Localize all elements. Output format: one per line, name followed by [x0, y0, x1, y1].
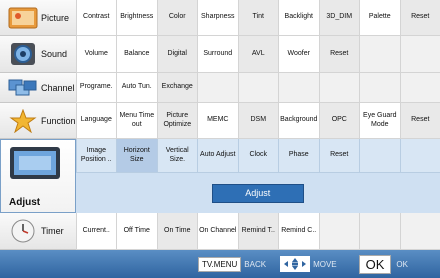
menu-item[interactable]: Picture Optimize — [156, 103, 198, 139]
menu-item[interactable]: Reset — [399, 0, 440, 36]
menu-item[interactable]: 3D_DIM — [318, 0, 359, 36]
menu-item[interactable]: Exchange — [156, 73, 197, 103]
tvmenu-key[interactable]: TV.MENU — [198, 256, 242, 272]
menu-item[interactable]: Language — [75, 103, 117, 139]
row-channel: Channel Programe. Auto Tun. Exchange — [0, 73, 440, 103]
menu-item[interactable]: Balance — [116, 36, 157, 73]
row-picture: Picture Contrast Brightness Color Sharpn… — [0, 0, 440, 36]
monitor-icon — [9, 146, 61, 180]
menu-item[interactable]: DSM — [237, 103, 279, 139]
category-sound[interactable]: Sound — [0, 36, 76, 73]
menu-item-empty — [399, 36, 440, 73]
menu-item[interactable]: Contrast — [75, 0, 116, 36]
menu-item-selected[interactable]: Horizont Size — [116, 139, 157, 173]
menu-item-empty — [359, 73, 400, 103]
menu-item[interactable]: Color — [156, 0, 197, 36]
menu-item-empty — [359, 36, 400, 73]
menu-item-empty — [359, 213, 400, 250]
menu-item[interactable]: Programe. — [75, 73, 116, 103]
star-icon — [8, 108, 38, 133]
menu-item[interactable]: Auto Tun. — [116, 73, 157, 103]
category-label: Channel — [41, 82, 75, 93]
category-label: Function — [41, 115, 76, 126]
menu-item[interactable]: Reset — [399, 103, 440, 139]
tv-osd-menu: Picture Contrast Brightness Color Sharpn… — [0, 0, 440, 278]
menu-item[interactable]: On Channel — [197, 213, 238, 250]
ok-hint: OK — [396, 259, 408, 269]
menu-item[interactable]: Clock — [237, 139, 278, 173]
speaker-icon — [8, 42, 38, 66]
category-label: Picture — [41, 12, 70, 23]
clock-icon — [8, 219, 38, 243]
row-sound: Sound Volume Balance Digital Surround AV… — [0, 36, 440, 73]
row-timer: Timer Current.. Off Time On Time On Chan… — [0, 213, 440, 250]
row-function: Function Language Menu Time out Picture … — [0, 103, 440, 139]
category-label: Adjust — [9, 197, 41, 208]
channel-icon — [8, 76, 38, 100]
menu-item[interactable]: AVL — [237, 36, 278, 73]
menu-item[interactable]: Tint — [237, 0, 278, 36]
move-icon — [280, 256, 311, 272]
category-timer[interactable]: Timer — [0, 213, 76, 250]
menu-item-empty — [359, 139, 400, 173]
menu-item[interactable]: Vertical Size. — [156, 139, 197, 173]
menu-item[interactable]: Brightness — [116, 0, 157, 36]
menu-item[interactable]: Off Time — [116, 213, 157, 250]
menu-item-empty — [399, 73, 440, 103]
menu-item-empty — [318, 73, 359, 103]
menu-item[interactable]: Image Position .. — [75, 139, 116, 173]
category-label: Sound — [41, 49, 68, 59]
menu-item[interactable]: Current.. — [75, 213, 116, 250]
menu-item-empty — [197, 73, 238, 103]
menu-item[interactable]: Digital — [156, 36, 197, 73]
category-function[interactable]: Function — [0, 103, 76, 139]
menu-item[interactable]: Reset — [318, 36, 359, 73]
menu-item[interactable]: Phase — [278, 139, 319, 173]
adjust-bar[interactable]: Adjust — [211, 183, 304, 203]
menu-item[interactable]: Remind C.. — [278, 213, 319, 250]
back-hint: BACK — [244, 259, 267, 269]
menu-item[interactable]: Menu Time out — [116, 103, 157, 139]
menu-item-empty — [278, 73, 319, 103]
menu-item[interactable]: MEMC — [197, 103, 238, 139]
menu-item[interactable]: Surround — [197, 36, 238, 73]
menu-item-empty — [399, 213, 440, 250]
menu-item[interactable]: Palette — [359, 0, 400, 36]
category-adjust[interactable]: Adjust — [0, 139, 76, 213]
navigation-hint-bar: TV.MENU BACK MOVE OK OK — [0, 250, 440, 278]
menu-item[interactable]: Background — [278, 103, 319, 139]
menu-item[interactable]: Backlight — [278, 0, 319, 36]
ok-key[interactable]: OK — [358, 254, 392, 274]
menu-item[interactable]: Remind T.. — [237, 213, 278, 250]
menu-item-empty — [318, 213, 359, 250]
menu-item[interactable]: Woofer — [278, 36, 319, 73]
adjust-panel: Adjust — [76, 173, 440, 213]
menu-item-empty — [237, 73, 278, 103]
category-label: Timer — [41, 226, 64, 236]
category-picture[interactable]: Picture — [0, 0, 76, 36]
picture-icon — [8, 6, 38, 30]
menu-item-empty — [399, 139, 440, 173]
category-channel[interactable]: Channel — [0, 73, 76, 103]
menu-item[interactable]: Eye Guard Mode — [359, 103, 400, 139]
row-adjust: Adjust Image Position .. Horizont Size V… — [0, 139, 440, 213]
menu-item[interactable]: On Time — [156, 213, 197, 250]
menu-item[interactable]: Volume — [75, 36, 116, 73]
move-hint: MOVE — [313, 259, 337, 269]
menu-item[interactable]: Auto Adjust — [197, 139, 238, 173]
menu-item[interactable]: Sharpness — [197, 0, 238, 36]
menu-item[interactable]: OPC — [318, 103, 360, 139]
menu-item[interactable]: Reset — [318, 139, 359, 173]
